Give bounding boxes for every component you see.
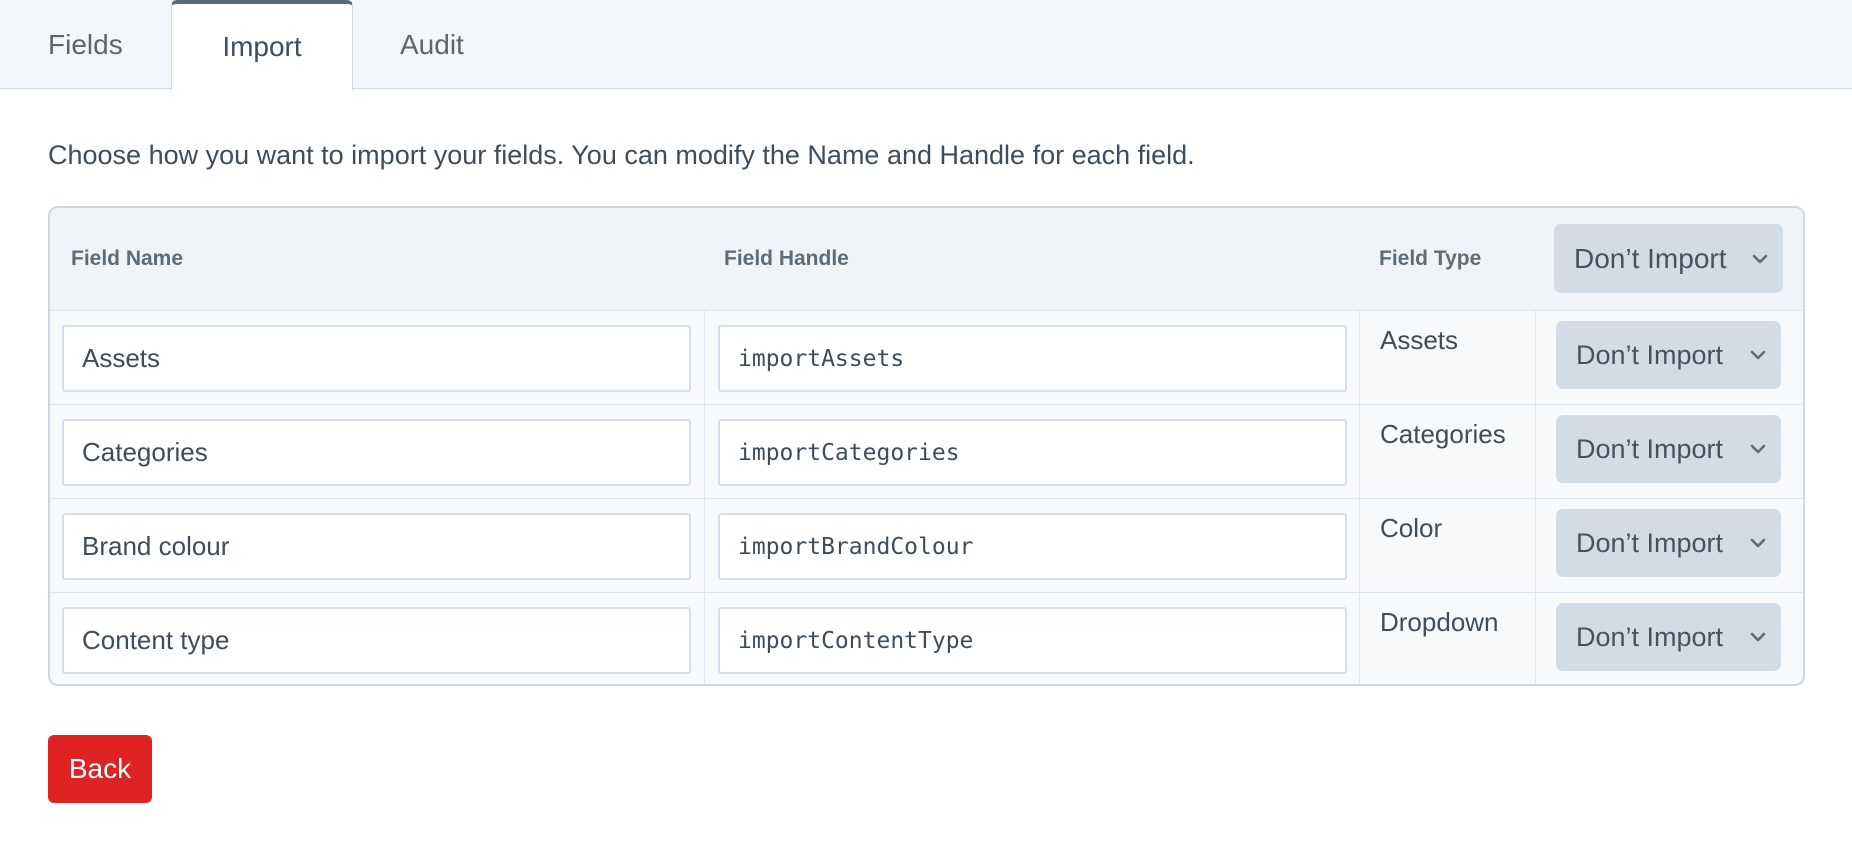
column-header-field-type: Field Type xyxy=(1379,247,1482,270)
field-type-label: Categories xyxy=(1380,419,1506,449)
table-row: Categories importCategories Categories D… xyxy=(50,404,1803,499)
field-type-label: Assets xyxy=(1380,325,1459,355)
table-header: Field Name Field Handle Field Type Don’t… xyxy=(50,208,1803,310)
field-name-input[interactable]: Assets xyxy=(62,325,691,392)
import-action-select[interactable]: Don’t Import xyxy=(1556,603,1781,671)
tab-audit[interactable]: Audit xyxy=(400,0,470,89)
import-instructions: Choose how you want to import your field… xyxy=(48,140,1195,170)
column-header-field-name: Field Name xyxy=(71,247,184,270)
table-row: Assets importAssets Assets Don’t Import xyxy=(50,310,1803,405)
tab-fields[interactable]: Fields xyxy=(48,0,126,89)
field-handle-input[interactable]: importCategories xyxy=(718,419,1347,486)
field-handle-input[interactable]: importAssets xyxy=(718,325,1347,392)
back-button[interactable]: Back xyxy=(48,735,152,803)
chevron-down-icon xyxy=(1750,444,1766,454)
import-action-select[interactable]: Don’t Import xyxy=(1556,509,1781,577)
column-header-field-handle: Field Handle xyxy=(724,247,849,270)
field-handle-input[interactable]: importContentType xyxy=(718,607,1347,674)
field-name-input[interactable]: Brand colour xyxy=(62,513,691,580)
field-type-label: Dropdown xyxy=(1380,607,1499,637)
chevron-down-icon xyxy=(1750,538,1766,548)
tab-bar: Fields Import Audit xyxy=(0,0,1852,90)
field-name-input[interactable]: Categories xyxy=(62,419,691,486)
import-action-select[interactable]: Don’t Import xyxy=(1556,321,1781,389)
import-action-select-label: Don’t Import xyxy=(1576,339,1724,370)
import-action-select-label: Don’t Import xyxy=(1576,433,1724,464)
bulk-import-select[interactable]: Don’t Import xyxy=(1554,224,1783,293)
chevron-down-icon xyxy=(1750,632,1766,642)
import-action-select[interactable]: Don’t Import xyxy=(1556,415,1781,483)
bulk-import-select-label: Don’t Import xyxy=(1574,242,1727,274)
table-row: Brand colour importBrandColour Color Don… xyxy=(50,498,1803,593)
chevron-down-icon xyxy=(1750,350,1766,360)
field-type-label: Color xyxy=(1380,513,1443,543)
import-action-select-label: Don’t Import xyxy=(1576,527,1724,558)
table-row: Content type importContentType Dropdown … xyxy=(50,592,1803,684)
chevron-down-icon xyxy=(1752,254,1768,263)
fields-import-table: Field Name Field Handle Field Type Don’t… xyxy=(48,206,1805,686)
field-handle-input[interactable]: importBrandColour xyxy=(718,513,1347,580)
field-name-input[interactable]: Content type xyxy=(62,607,691,674)
import-action-select-label: Don’t Import xyxy=(1576,621,1724,652)
tab-import[interactable]: Import xyxy=(171,0,353,90)
